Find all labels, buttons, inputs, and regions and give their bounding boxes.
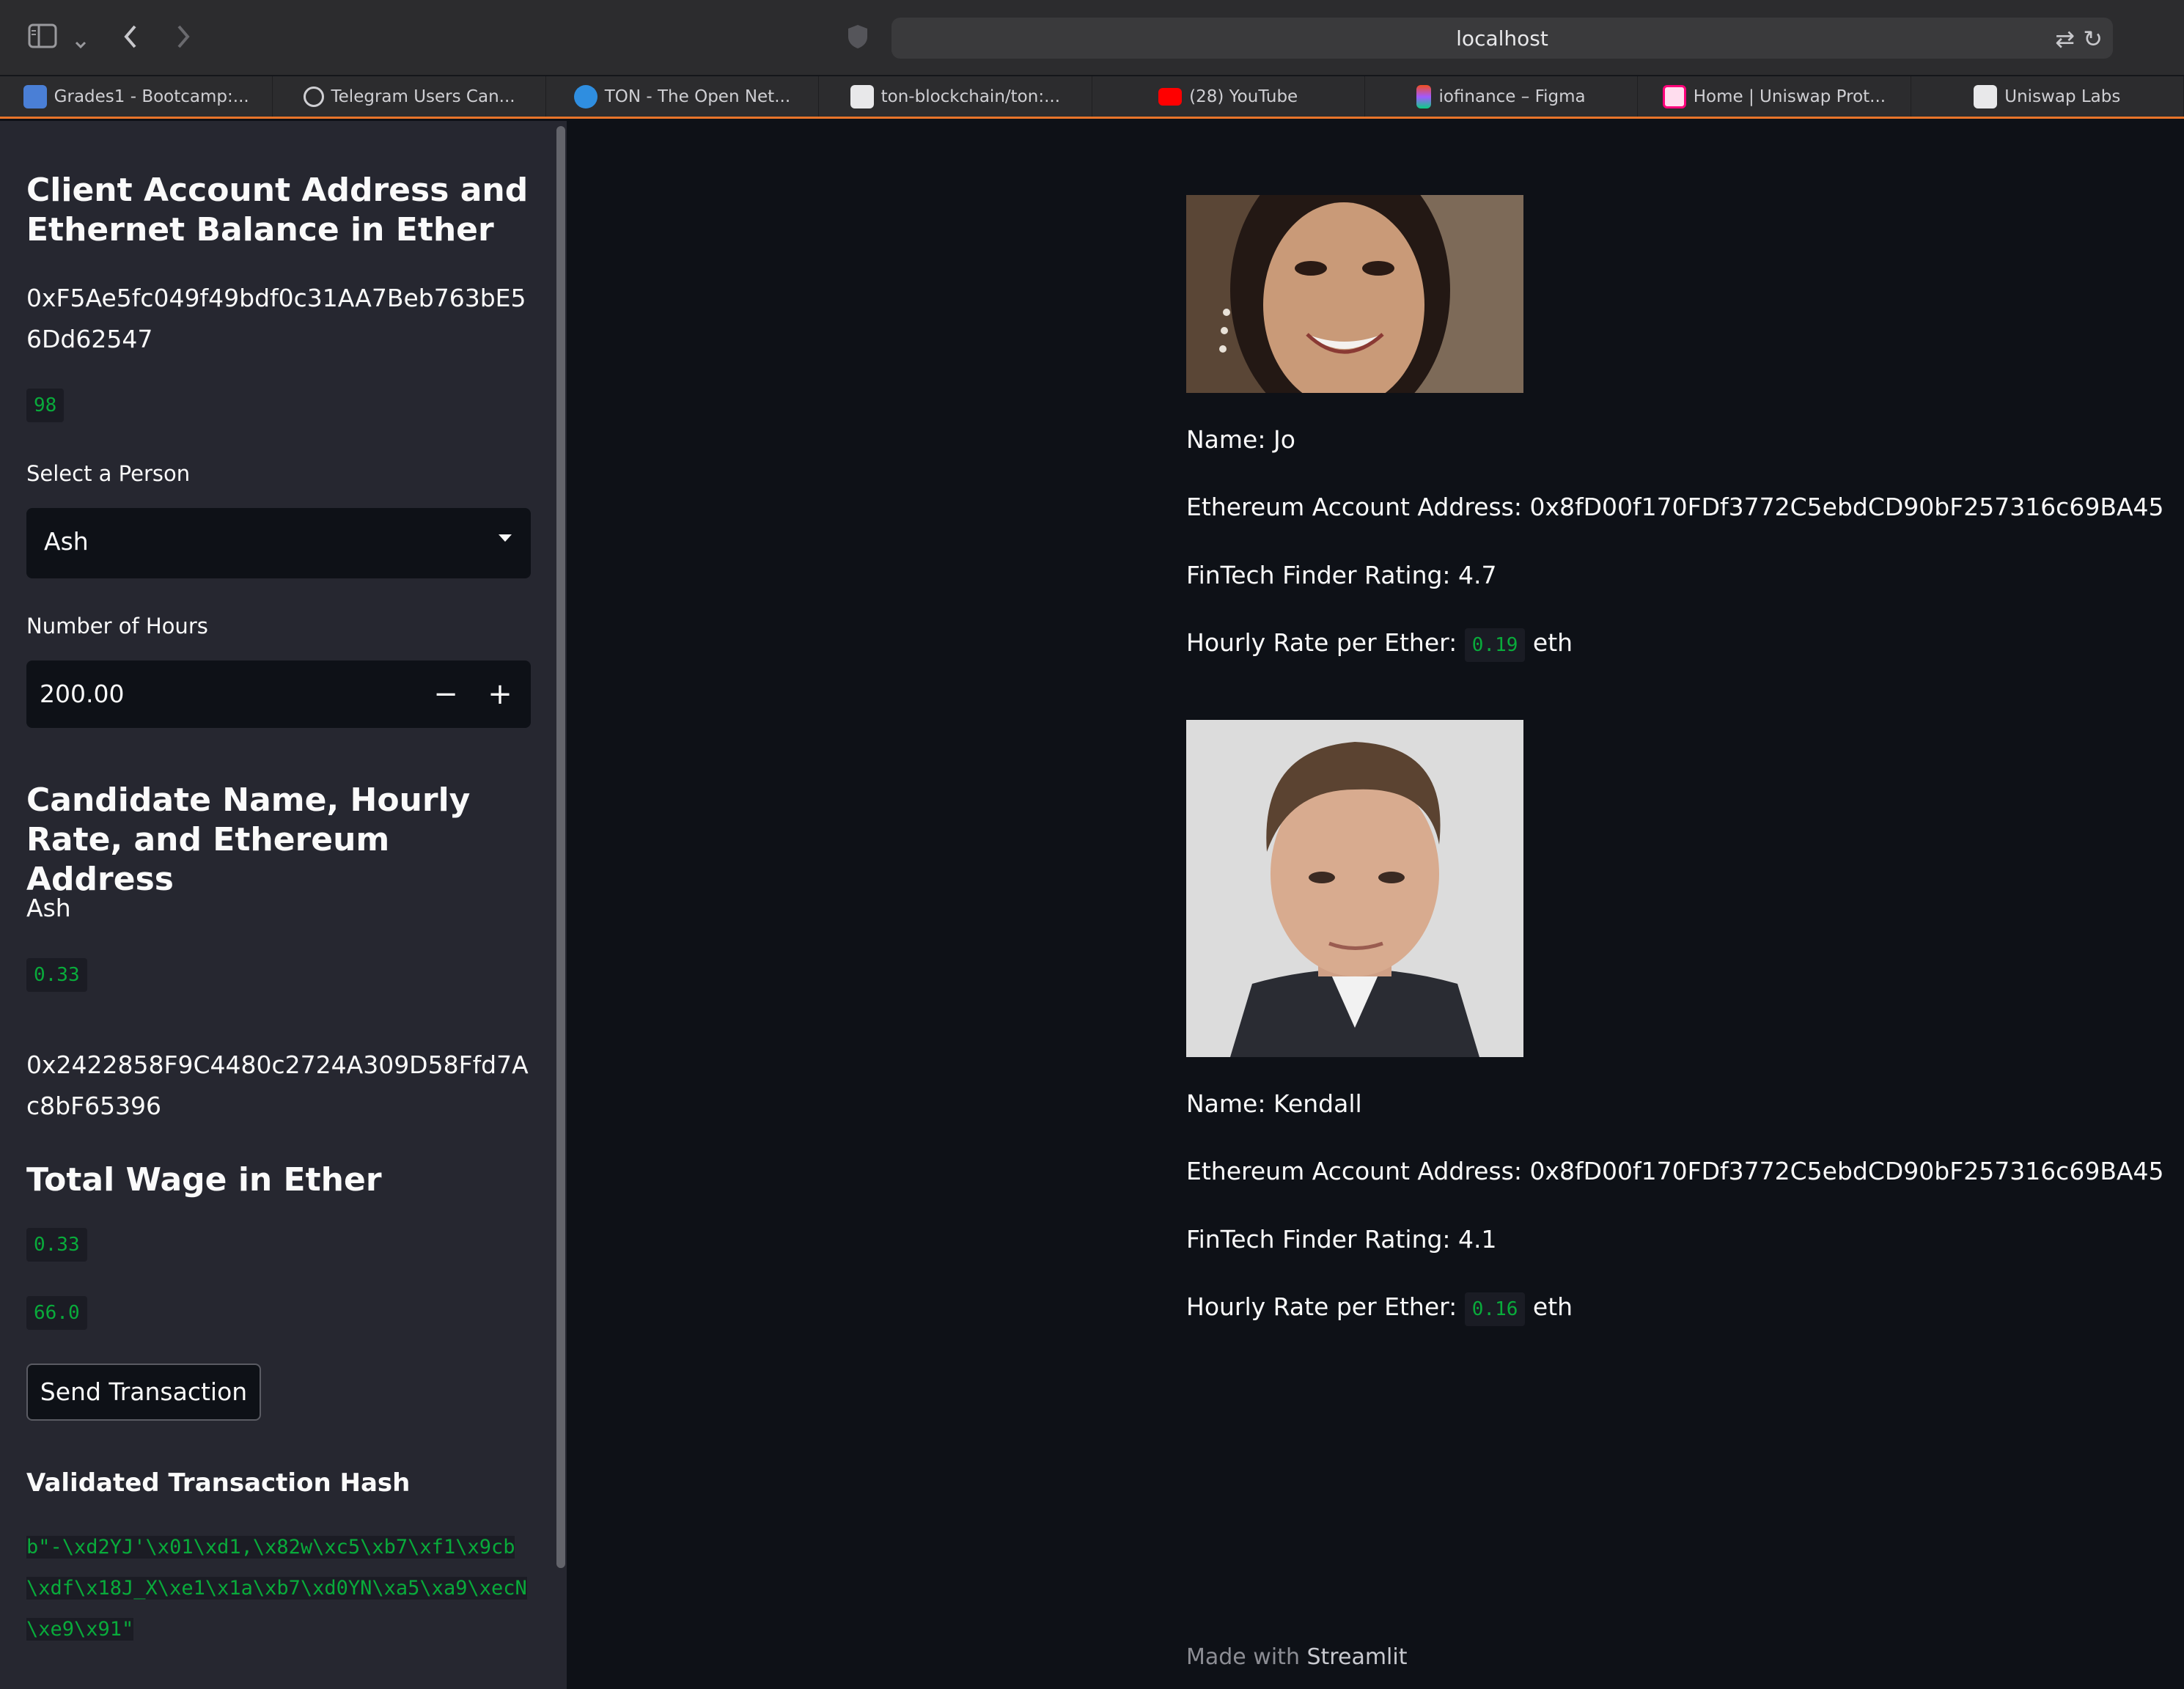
rate-label: Hourly Rate per Ether: [1186, 628, 1457, 657]
total-wage-header: Total Wage in Ether [26, 1161, 382, 1199]
rate-value: 0.16 [1464, 1292, 1526, 1326]
hours-label: Number of Hours [26, 614, 208, 639]
tab-ton-github[interactable]: ton-blockchain/ton:... [819, 76, 1092, 117]
candidate-name-jo: Name: Jo [1186, 425, 1295, 454]
forward-arrow-icon[interactable] [174, 22, 192, 56]
translate-icon[interactable]: ⇄ [2055, 25, 2075, 53]
candidate-address-kendall: Ethereum Account Address: 0x8fD00f170FDf… [1186, 1157, 2164, 1185]
candidate-photo-jo [1186, 195, 1523, 393]
tab-youtube[interactable]: (28) YouTube [1092, 76, 1365, 117]
client-account-header: Client Account Address and Ethernet Bala… [26, 172, 529, 249]
ton-logo-icon [573, 84, 598, 108]
chevron-down-icon[interactable] [73, 28, 88, 57]
candidate-rate-row-kendall: Hourly Rate per Ether: 0.16 eth [1186, 1292, 1573, 1326]
figma-icon [1416, 84, 1432, 108]
tab-title: Home | Uniswap Prot... [1693, 87, 1886, 106]
youtube-icon [1158, 87, 1183, 106]
streamlit-link[interactable]: Streamlit [1307, 1644, 1408, 1670]
tab-telegram[interactable]: Telegram Users Can... [273, 76, 546, 117]
tab-uniswap-labs[interactable]: Uniswap Labs [1911, 76, 2184, 117]
rate-label: Hourly Rate per Ether: [1186, 1292, 1457, 1321]
client-balance: 98 [26, 389, 65, 422]
github-icon [1974, 84, 1998, 108]
wage-total: 66.0 [26, 1296, 87, 1330]
tab-grades[interactable]: Grades1 - Bootcamp:... [0, 76, 273, 117]
tab-title: Grades1 - Bootcamp:... [54, 87, 249, 106]
wage-rate: 0.33 [26, 1228, 87, 1262]
tab-uniswap[interactable]: Home | Uniswap Prot... [1638, 76, 1911, 117]
decrement-button[interactable]: − [424, 671, 468, 718]
rate-unit: eth [1532, 1292, 1573, 1321]
footer-prefix: Made with [1186, 1644, 1300, 1670]
selected-person: Ash [44, 527, 89, 556]
candidate-name: Ash [26, 894, 71, 922]
client-address: 0xF5Ae5fc049f49bdf0c31AA7Beb763bE56Dd625… [26, 284, 526, 353]
transaction-hash-block: b"-\xd2YJ'\x01\xd1,\x82w\xc5\xb7\xf1\x9c… [26, 1527, 535, 1650]
tab-title: ton-blockchain/ton:... [880, 87, 1060, 106]
streamlit-footer: Made with Streamlit [1186, 1644, 1407, 1670]
sidebar-scrollbar[interactable] [556, 126, 565, 1568]
candidate-address-jo: Ethereum Account Address: 0x8fD00f170FDf… [1186, 493, 2164, 521]
transaction-hash: b"-\xd2YJ'\x01\xd1,\x82w\xc5\xb7\xf1\x9c… [26, 1536, 527, 1641]
browser-toolbar: localhost ⇄ ↻ [0, 0, 2184, 76]
tab-title: TON - The Open Net... [604, 87, 791, 106]
candidate-rate: 0.33 [26, 958, 87, 992]
candidate-address: 0x2422858F9C4480c2724A309D58Ffd7Ac8bF653… [26, 1050, 529, 1120]
send-transaction-button[interactable]: Send Transaction [26, 1364, 261, 1421]
address-bar[interactable]: localhost ⇄ ↻ [891, 18, 2113, 59]
back-arrow-icon[interactable] [122, 22, 139, 56]
at-sign-icon [303, 86, 324, 107]
client-balance-wrap: 98 [26, 389, 65, 422]
sidebar: Client Account Address and Ethernet Bala… [0, 121, 567, 1689]
hours-input[interactable]: 200.00 − + [26, 660, 531, 728]
rate-value: 0.19 [1464, 628, 1526, 662]
wage-total-wrap: 66.0 [26, 1296, 87, 1330]
uniswap-icon [1662, 84, 1686, 108]
validated-hash-header: Validated Transaction Hash [26, 1468, 411, 1498]
wage-rate-wrap: 0.33 [26, 1228, 87, 1262]
person-select[interactable]: Ash [26, 508, 531, 578]
github-icon [850, 84, 874, 108]
url-text: localhost [1456, 26, 1548, 51]
increment-button[interactable]: + [478, 671, 522, 718]
sidebar-toggle-icon[interactable] [28, 23, 57, 54]
tab-figma[interactable]: iofinance – Figma [1365, 76, 1639, 117]
caret-down-icon [499, 534, 512, 542]
tab-title: Uniswap Labs [2004, 87, 2121, 106]
bootcamp-logo-icon [23, 84, 47, 108]
tab-title: iofinance – Figma [1438, 87, 1586, 106]
rate-unit: eth [1532, 628, 1573, 657]
candidate-rating-jo: FinTech Finder Rating: 4.7 [1186, 561, 1497, 589]
candidate-rate-row-jo: Hourly Rate per Ether: 0.19 eth [1186, 628, 1573, 662]
tab-ton[interactable]: TON - The Open Net... [546, 76, 820, 117]
hours-value: 200.00 [40, 680, 125, 708]
candidate-header: Candidate Name, Hourly Rate, and Ethereu… [26, 781, 471, 898]
tab-title: (28) YouTube [1189, 87, 1298, 106]
tab-bar: Grades1 - Bootcamp:... Telegram Users Ca… [0, 76, 2184, 119]
candidate-rating-kendall: FinTech Finder Rating: 4.1 [1186, 1225, 1497, 1254]
select-person-label: Select a Person [26, 461, 191, 486]
candidate-photo-kendall [1186, 720, 1523, 1057]
candidate-name-kendall: Name: Kendall [1186, 1089, 1362, 1118]
shield-icon[interactable] [847, 23, 869, 55]
candidate-rate-wrap: 0.33 [26, 958, 87, 992]
tab-title: Telegram Users Can... [331, 87, 515, 106]
reload-icon[interactable]: ↻ [2083, 25, 2103, 53]
